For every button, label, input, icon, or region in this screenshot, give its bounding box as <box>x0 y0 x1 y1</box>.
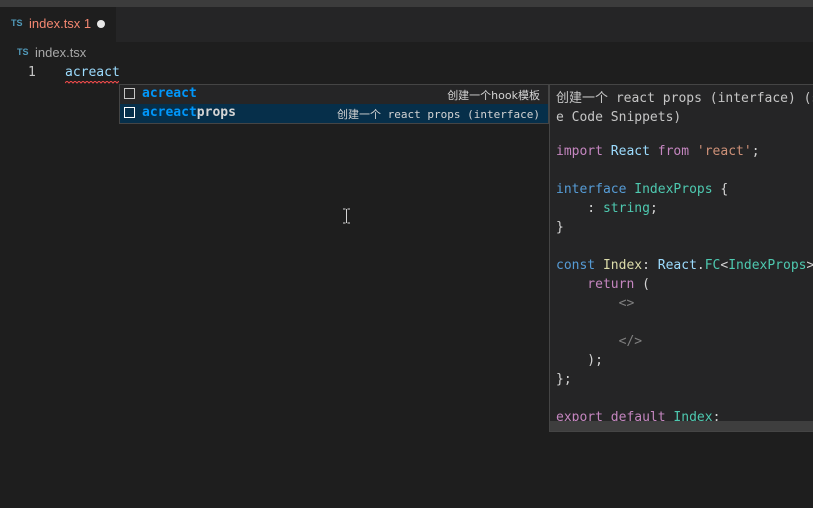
typescript-file-icon: TS <box>11 18 23 28</box>
code-token: import <box>556 144 603 159</box>
code-token: ; <box>751 144 760 159</box>
line-number: 1 <box>28 65 36 80</box>
suggestion-rest: props <box>196 105 236 120</box>
breadcrumb: TS index.tsx <box>0 42 813 64</box>
code-token: FC <box>704 258 721 273</box>
tab-bar: TS index.tsx 1 <box>0 7 813 42</box>
code-token: IndexProps <box>634 182 713 197</box>
snippet-icon <box>124 107 135 118</box>
code-line-text[interactable]: acreact <box>65 65 120 80</box>
code-token: interface <box>556 182 627 197</box>
suggestion-label: acreact <box>142 86 197 101</box>
suggestion-match: acreact <box>142 86 197 101</box>
suggestion-detail: 创建一个hook模板 <box>447 89 540 102</box>
code-token: { <box>712 182 729 197</box>
text-cursor-icon <box>343 208 350 224</box>
unsaved-dot-icon[interactable] <box>97 20 105 28</box>
suggestion-details-panel[interactable]: 创建一个 react props (interface) (s e Code S… <box>549 84 813 432</box>
code-token: . <box>696 258 705 273</box>
code-token: : <box>556 201 603 216</box>
code-token: 'react' <box>696 144 752 159</box>
typescript-file-icon: TS <box>17 47 29 57</box>
tab-title: index.tsx 1 <box>29 16 92 31</box>
details-doc-line: e Code Snippets) <box>556 110 682 125</box>
code-token: IndexProps <box>728 258 807 273</box>
suggestion-item-selected[interactable]: acreactprops 创建一个 react props (interface… <box>120 104 548 123</box>
code-token: }; <box>556 372 572 387</box>
suggest-widget: acreact 创建一个hook模板 acreactprops 创建一个 rea… <box>119 84 549 124</box>
suggestion-match: acreact <box>142 105 197 120</box>
code-token: </> <box>556 334 643 349</box>
code-token: : <box>642 258 658 273</box>
code-token: Index <box>602 258 643 273</box>
code-token: const <box>556 258 596 273</box>
details-doc-line: 创建一个 react props (interface) (s <box>556 91 813 106</box>
tab-index-tsx[interactable]: TS index.tsx 1 <box>0 7 116 42</box>
code-token: <> <box>556 296 635 311</box>
code-token: ( <box>634 277 650 292</box>
code-token: return <box>556 277 635 292</box>
code-token: React <box>657 258 697 273</box>
suggestion-label: acreactprops <box>142 105 236 120</box>
code-token: } <box>556 220 564 235</box>
error-squiggle <box>65 81 119 84</box>
horizontal-scrollbar[interactable] <box>550 421 813 431</box>
title-bar-strip <box>0 0 813 7</box>
suggestion-detail: 创建一个 react props (interface) <box>337 108 540 121</box>
suggestion-item[interactable]: acreact 创建一个hook模板 <box>120 85 548 104</box>
snippet-icon <box>124 88 135 99</box>
code-token: ); <box>556 353 603 368</box>
code-token: from <box>657 144 690 159</box>
code-token: ; <box>649 201 658 216</box>
breadcrumb-file[interactable]: index.tsx <box>35 45 86 60</box>
details-doc: 创建一个 react props (interface) (s e Code S… <box>556 89 813 127</box>
code-token: > <box>807 258 813 273</box>
details-code: import React from 'react'; interface Ind… <box>556 142 813 427</box>
code-token: string <box>602 201 650 216</box>
code-token: React <box>610 144 650 159</box>
